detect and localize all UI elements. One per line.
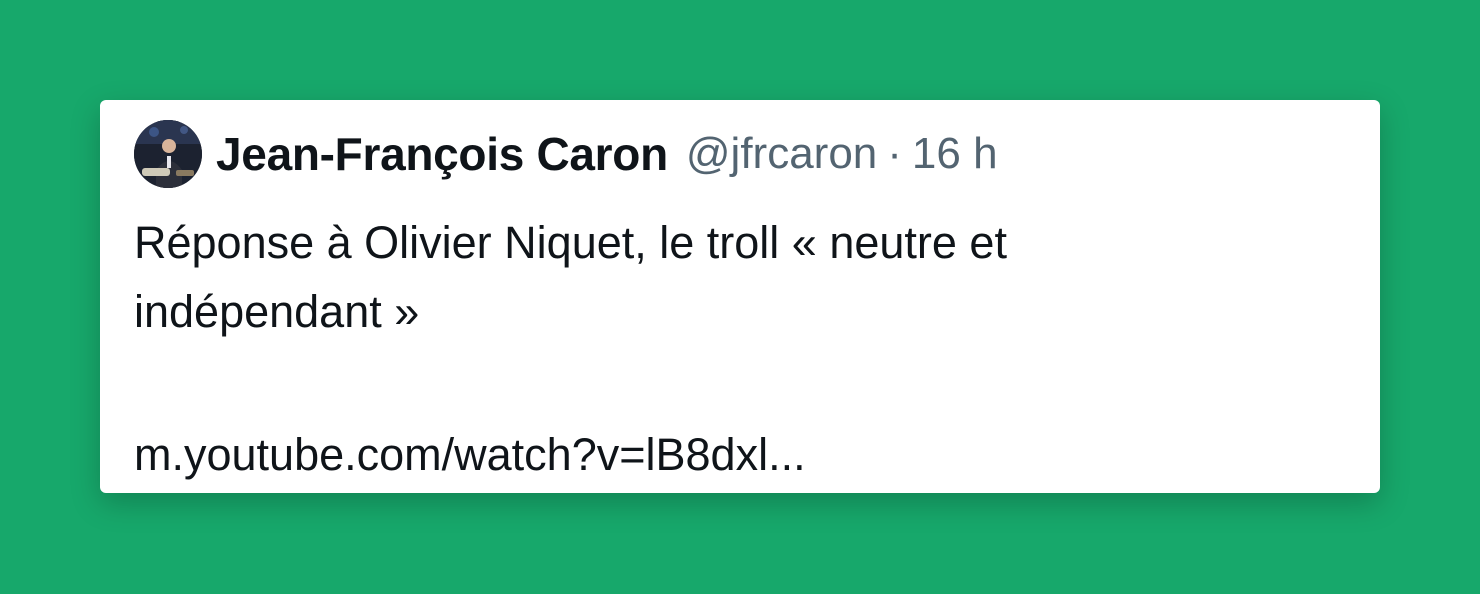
avatar[interactable] xyxy=(134,120,202,188)
tweet-text: Réponse à Olivier Niquet, le troll « neu… xyxy=(134,208,1334,346)
timestamp[interactable]: 16 h xyxy=(912,129,998,179)
tweet-card[interactable]: Jean-François Caron @jfrcaron · 16 h Rép… xyxy=(100,100,1380,493)
tweet-text-line: indépendant » xyxy=(134,286,420,337)
tweet-text-line: Réponse à Olivier Niquet, le troll « neu… xyxy=(134,217,1007,268)
author-handle[interactable]: @jfrcaron xyxy=(686,129,877,179)
separator-dot: · xyxy=(887,129,902,178)
avatar-photo-icon xyxy=(134,120,202,188)
author-name[interactable]: Jean-François Caron xyxy=(216,127,668,181)
tweet-header: Jean-François Caron @jfrcaron · 16 h xyxy=(134,120,998,188)
tweet-link[interactable]: m.youtube.com/watch?v=lB8dxl... xyxy=(134,420,806,489)
